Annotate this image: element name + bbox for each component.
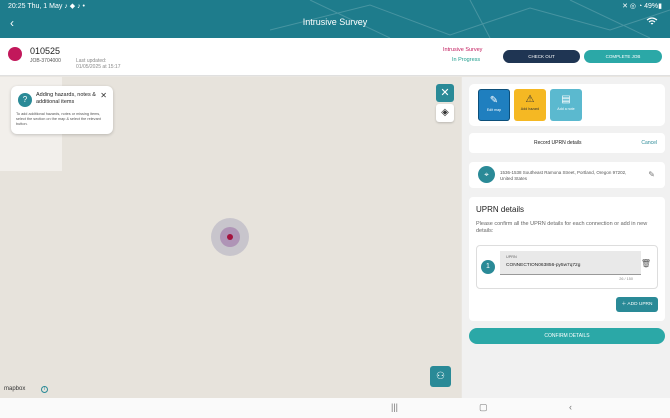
job-bar: 010525 JOB-3704000 Last updated: 01/05/2… bbox=[0, 38, 670, 76]
connection-row: 1 UPRN CONNECTION063856-py5w7q72g 26 / 1… bbox=[476, 245, 658, 289]
pencil-icon: ✎ bbox=[489, 95, 499, 106]
layers-icon[interactable]: ◈ bbox=[436, 104, 454, 122]
details-description: Please confirm all the UPRN details for … bbox=[476, 221, 648, 234]
edit-icon[interactable]: ✎ bbox=[648, 170, 655, 179]
wifi-icon bbox=[646, 17, 658, 25]
cancel-button[interactable]: Cancel bbox=[641, 140, 657, 146]
hint-body: To add additional hazards, notes or miss… bbox=[16, 112, 101, 126]
character-count: 26 / 150 bbox=[619, 277, 633, 281]
trash-icon[interactable]: 🗑 bbox=[641, 259, 651, 268]
connection-number: 1 bbox=[481, 260, 495, 274]
uprn-input-label: UPRN bbox=[506, 255, 517, 259]
last-updated: Last updated: 01/05/2025 at 15:17 bbox=[76, 58, 121, 70]
survey-link[interactable]: Intrusive Survey bbox=[443, 47, 482, 53]
hint-card: ? Adding hazards, notes & additional ite… bbox=[11, 86, 113, 134]
confirm-details-button[interactable]: CONFIRM DETAILS bbox=[469, 328, 665, 344]
home-icon[interactable]: ▢ bbox=[479, 402, 488, 413]
back-nav-icon[interactable]: ‹ bbox=[569, 402, 572, 412]
hazard-icon: ⚠ bbox=[525, 94, 535, 105]
location-icon: ⌖ bbox=[478, 166, 495, 183]
page-title: Intrusive Survey bbox=[302, 17, 368, 27]
job-number: 010525 bbox=[30, 46, 61, 56]
app-header: 20:25 Thu, 1 May ♪ ◆ ♪ • ✕ ◎ ◔ 49%▮ ‹ In… bbox=[0, 0, 670, 38]
last-updated-value: 01/05/2025 at 15:17 bbox=[76, 64, 121, 70]
check-out-button[interactable]: CHECK OUT bbox=[503, 50, 580, 63]
status-time: 20:25 Thu, 1 May ♪ ◆ ♪ • bbox=[8, 3, 85, 10]
add-hazard-button[interactable]: ⚠ Add hazard bbox=[514, 89, 546, 121]
add-uprn-button[interactable]: ＋ ADD UPRN bbox=[616, 297, 658, 312]
android-nav-bar: ||| ▢ ‹ bbox=[0, 398, 670, 418]
job-reference: JOB-3704000 bbox=[30, 58, 61, 64]
edit-map-button[interactable]: ✎ Edit map bbox=[478, 89, 510, 121]
status-badge: In Progress bbox=[452, 57, 481, 63]
mapbox-logo: mapbox bbox=[4, 386, 26, 392]
recents-icon[interactable]: ||| bbox=[391, 402, 398, 412]
note-icon: ▤ bbox=[561, 94, 571, 105]
map-close-button[interactable]: ✕ bbox=[436, 84, 454, 102]
help-icon: ? bbox=[18, 93, 32, 107]
job-icon bbox=[8, 47, 22, 61]
uprn-input[interactable]: UPRN CONNECTION063856-py5w7q72g bbox=[500, 251, 641, 275]
uprn-bar-label: Record UPRN details bbox=[534, 140, 582, 146]
close-icon[interactable]: ✕ bbox=[100, 91, 107, 100]
uprn-input-value: CONNECTION063856-py5w7q72g bbox=[506, 263, 581, 268]
address-text: 1536-1538 Southeast Ramona Street, Portl… bbox=[500, 170, 627, 181]
status-icons: ✕ ◎ ◔ 49%▮ bbox=[622, 3, 662, 10]
add-note-button[interactable]: ▤ Add a note bbox=[550, 89, 582, 121]
info-icon[interactable]: i bbox=[41, 386, 48, 393]
hint-title: Adding hazards, notes & additional items bbox=[36, 92, 96, 105]
location-pin[interactable] bbox=[227, 234, 233, 240]
uprn-details-card: UPRN details Please confirm all the UPRN… bbox=[469, 197, 665, 321]
complete-job-button[interactable]: COMPLETE JOB bbox=[584, 50, 662, 63]
address-card: ⌖ 1536-1538 Southeast Ramona Street, Por… bbox=[469, 162, 665, 188]
map-tools-button[interactable]: ⚇ bbox=[430, 366, 451, 387]
details-heading: UPRN details bbox=[476, 205, 525, 214]
category-bar: ✎ Edit map ⚠ Add hazard ▤ Add a note bbox=[469, 84, 665, 126]
side-panel: ✎ Edit map ⚠ Add hazard ▤ Add a note Record… bbox=[462, 77, 670, 398]
uprn-bar: Record UPRN details Cancel bbox=[469, 133, 665, 153]
